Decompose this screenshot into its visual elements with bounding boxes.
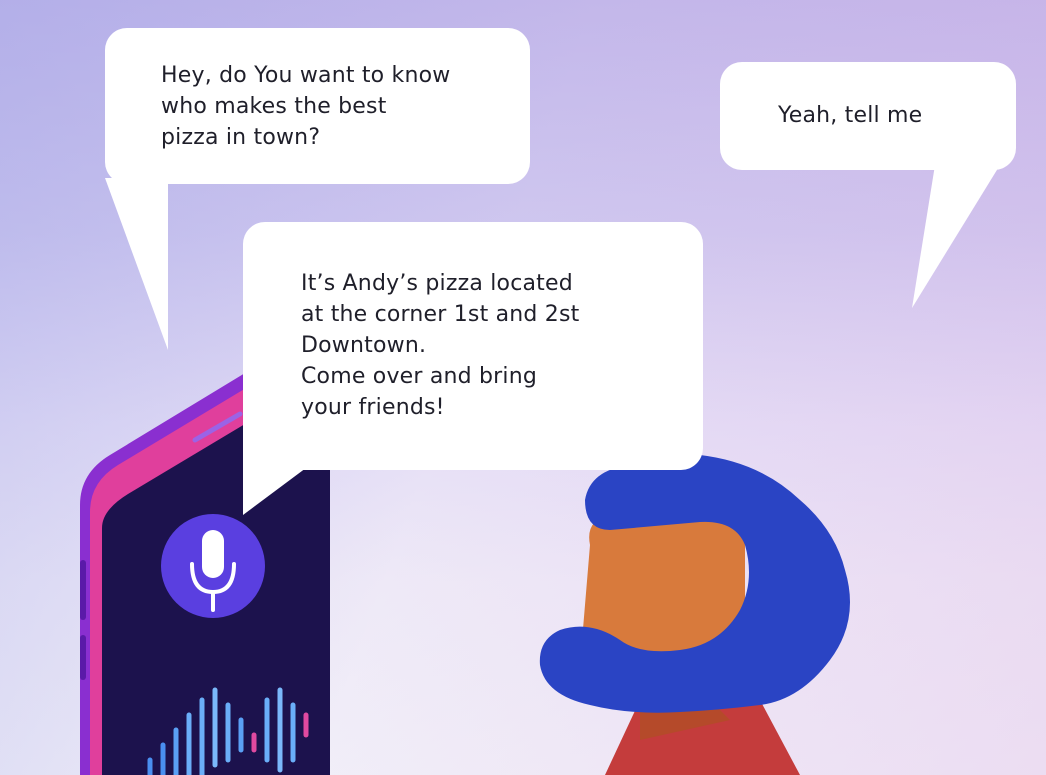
speech-bubble-reply: Yeah, tell me — [720, 62, 1016, 170]
right-bubble-tail — [912, 165, 1000, 308]
bubble-text-line: Yeah, tell me — [778, 103, 923, 128]
bubble-text-line: Downtown. — [301, 333, 427, 358]
phone-side-button-2 — [80, 635, 86, 680]
person-figure — [539, 453, 850, 775]
speech-bubble-question: Hey, do You want to know who makes the b… — [105, 28, 530, 184]
bubble-text-line: pizza in town? — [161, 125, 321, 150]
left-bubble-tail — [105, 178, 168, 350]
speech-bubble-answer: It’s Andy’s pizza located at the corner … — [243, 222, 703, 470]
bubble-text-line: Come over and bring — [301, 364, 538, 389]
bubble-text-line: Hey, do You want to know — [161, 63, 451, 88]
bubble-text-line: at the corner 1st and 2st — [301, 302, 580, 327]
illustration-scene: Hey, do You want to know who makes the b… — [0, 0, 1046, 775]
bubble-text-line: who makes the best — [161, 94, 387, 119]
bubble-text-line: It’s Andy’s pizza located — [301, 271, 573, 296]
phone-side-button — [80, 560, 86, 620]
bubble-text-line: your friends! — [301, 395, 445, 420]
microphone-icon — [161, 514, 265, 618]
